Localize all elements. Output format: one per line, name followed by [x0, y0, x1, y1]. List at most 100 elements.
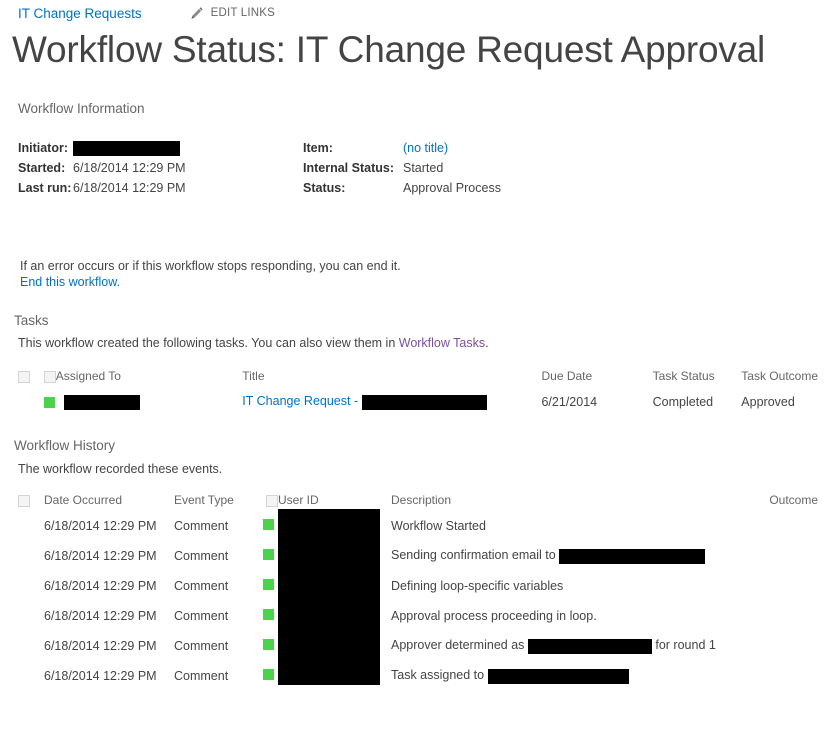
- history-row-date-occurred-cell: 6/18/2014 12:29 PM: [44, 579, 157, 593]
- history-description-text: Defining loop-specific variables: [391, 579, 564, 593]
- history-description-suffix: for round 1: [651, 638, 716, 653]
- history-row-event-type-cell: Comment: [174, 579, 229, 593]
- workflow-info-row-internal-status: Internal Status: Started: [303, 158, 633, 178]
- task-title-redacted: [361, 394, 487, 410]
- table-row[interactable]: IT Change Request - 6/21/2014 Completed …: [18, 388, 818, 416]
- item-label: Item:: [303, 141, 333, 155]
- workflow-info-row-status: Status: Approval Process: [303, 178, 633, 198]
- tasks-table-header-row: Assigned To Title Due Date Task Status T…: [18, 364, 818, 388]
- history-description-text: Approver determined as: [391, 638, 528, 653]
- tasks-column-title: Title: [242, 369, 265, 383]
- history-description-text: Task assigned to: [391, 668, 488, 683]
- item-value-link[interactable]: (no title): [403, 141, 448, 155]
- tasks-row-task-outcome-cell: Approved: [741, 395, 795, 409]
- history-table-body: 6/18/2014 12:29 PM Comment Workflow Starte…: [18, 511, 818, 691]
- workflow-info-row-item: Item: (no title): [303, 138, 633, 158]
- tasks-row-due-date-cell: 6/21/2014: [541, 395, 598, 409]
- tasks-row-title-cell: IT Change Request -: [242, 388, 541, 416]
- history-row-event-type-cell: Comment: [174, 639, 229, 653]
- breadcrumb-link-it-change-requests[interactable]: IT Change Requests: [18, 6, 142, 21]
- status-value: Approval Process: [403, 181, 501, 195]
- tasks-column-assigned-to-label: Assigned To: [55, 369, 121, 383]
- history-description-text: Approval process proceeding in loop.: [391, 609, 597, 623]
- status-label: Status:: [303, 181, 346, 195]
- started-label: Started:: [18, 161, 66, 175]
- workflow-history-note: The workflow recorded these events.: [18, 462, 223, 476]
- history-presence-icon-row-2: [263, 549, 274, 560]
- workflow-info-right-column: Item: (no title) Internal Status: Starte…: [303, 138, 633, 198]
- history-description-redacted: [487, 668, 629, 684]
- history-description-text: Workflow Started: [391, 519, 486, 533]
- user-id-filter-checkbox[interactable]: [266, 494, 278, 507]
- tasks-note-text-before: This workflow created the following task…: [18, 336, 399, 350]
- history-row-select-cell: [18, 571, 44, 601]
- history-row-outcome-cell: [746, 601, 818, 631]
- history-column-user-id: DescriptionUser ID: [266, 489, 391, 511]
- history-row-outcome-cell: [746, 511, 818, 541]
- workflow-information-panel: Initiator: Started: 6/18/2014 12:29 PM L…: [18, 138, 718, 198]
- tasks-select-all-header: [18, 364, 44, 388]
- history-select-all-checkbox[interactable]: [18, 494, 30, 507]
- edit-links-label: EDIT LINKS: [210, 7, 275, 19]
- end-this-workflow-link[interactable]: End this workflow.: [20, 275, 120, 289]
- edit-links-button[interactable]: EDIT LINKS: [190, 6, 275, 20]
- tasks-row-task-status-cell: Completed: [652, 395, 714, 409]
- workflow-info-row-initiator: Initiator:: [18, 138, 303, 158]
- history-row-event-type-cell: Comment: [174, 549, 229, 563]
- history-table-header-row: Date Occurred Event Type DescriptionUser…: [18, 489, 818, 511]
- table-row[interactable]: 6/18/2014 12:29 PM Comment Sending confirm…: [18, 541, 818, 571]
- history-row-date-occurred-cell: 6/18/2014 12:29 PM: [44, 549, 157, 563]
- tasks-column-assigned-to: Assigned To: [43, 364, 243, 388]
- internal-status-value: Started: [403, 161, 444, 175]
- history-row-description-cell: Workflow Started: [391, 511, 746, 541]
- presence-status-icon: [43, 396, 55, 408]
- history-row-description-cell: Sending confirmation email to: [391, 541, 746, 571]
- assigned-to-filter-checkbox[interactable]: [43, 370, 56, 383]
- history-select-all-header: [18, 489, 44, 511]
- table-row[interactable]: 6/18/2014 12:29 PM Comment Workflow Starte…: [18, 511, 818, 541]
- workflow-information-heading: Workflow Information: [18, 101, 145, 116]
- history-presence-icon-row-6: [263, 669, 274, 680]
- initiator-value-redacted: [73, 140, 180, 156]
- last-run-label: Last run:: [18, 181, 72, 195]
- history-row-outcome-cell: [746, 571, 818, 601]
- tasks-select-all-checkbox[interactable]: [18, 370, 30, 383]
- history-row-description-cell: Approval process proceeding in loop.: [391, 601, 746, 631]
- tasks-note: This workflow created the following task…: [18, 336, 489, 350]
- initiator-label: Initiator:: [18, 141, 68, 155]
- table-row[interactable]: 6/18/2014 12:29 PM Comment Approval proces…: [18, 601, 818, 631]
- tasks-table: Assigned To Title Due Date Task Status T…: [18, 364, 818, 416]
- history-description-text: Sending confirmation email to: [391, 548, 560, 563]
- internal-status-label: Internal Status:: [303, 161, 394, 175]
- history-column-date-occurred: Date Occurred: [44, 493, 123, 507]
- workflow-tasks-link[interactable]: Workflow Tasks: [399, 336, 485, 350]
- history-row-date-occurred-cell: 6/18/2014 12:29 PM: [44, 669, 157, 683]
- workflow-info-left-column: Initiator: Started: 6/18/2014 12:29 PM L…: [18, 138, 303, 198]
- history-row-outcome-cell: [746, 541, 818, 571]
- end-workflow-note: If an error occurs or if this workflow s…: [20, 259, 401, 273]
- tasks-heading: Tasks: [14, 313, 49, 328]
- workflow-info-row-started: Started: 6/18/2014 12:29 PM: [18, 158, 303, 178]
- last-run-value: 6/18/2014 12:29 PM: [73, 181, 186, 195]
- history-user-id-redacted-block: [278, 509, 380, 685]
- history-row-description-cell: Task assigned to: [391, 661, 746, 691]
- task-title-link[interactable]: IT Change Request -: [242, 394, 361, 408]
- table-row[interactable]: 6/18/2014 12:29 PM Comment Defining loop-s…: [18, 571, 818, 601]
- workflow-history-table: Date Occurred Event Type DescriptionUser…: [18, 489, 818, 691]
- table-row[interactable]: 6/18/2014 12:29 PM Comment Approver determ…: [18, 631, 818, 661]
- tasks-row-select-cell: [18, 388, 44, 416]
- history-presence-icon-row-1: [263, 519, 274, 530]
- history-row-select-cell: [18, 511, 44, 541]
- history-row-date-occurred-cell: 6/18/2014 12:29 PM: [44, 519, 157, 533]
- table-row[interactable]: 6/18/2014 12:29 PM Comment Task assigned t…: [18, 661, 818, 691]
- history-description-redacted: [559, 548, 706, 564]
- history-column-description: Description: [391, 493, 452, 507]
- history-row-outcome-cell: [746, 661, 818, 691]
- top-navigation-bar: IT Change Requests EDIT LINKS: [0, 0, 837, 26]
- tasks-note-text-after: .: [485, 336, 489, 350]
- history-row-date-occurred-cell: 6/18/2014 12:29 PM: [44, 639, 157, 653]
- page-title: Workflow Status: IT Change Request Appro…: [12, 29, 766, 70]
- history-row-description-cell: Approver determined as for round 1: [391, 631, 746, 661]
- history-presence-icon-row-5: [263, 639, 274, 650]
- workflow-info-row-last-run: Last run: 6/18/2014 12:29 PM: [18, 178, 303, 198]
